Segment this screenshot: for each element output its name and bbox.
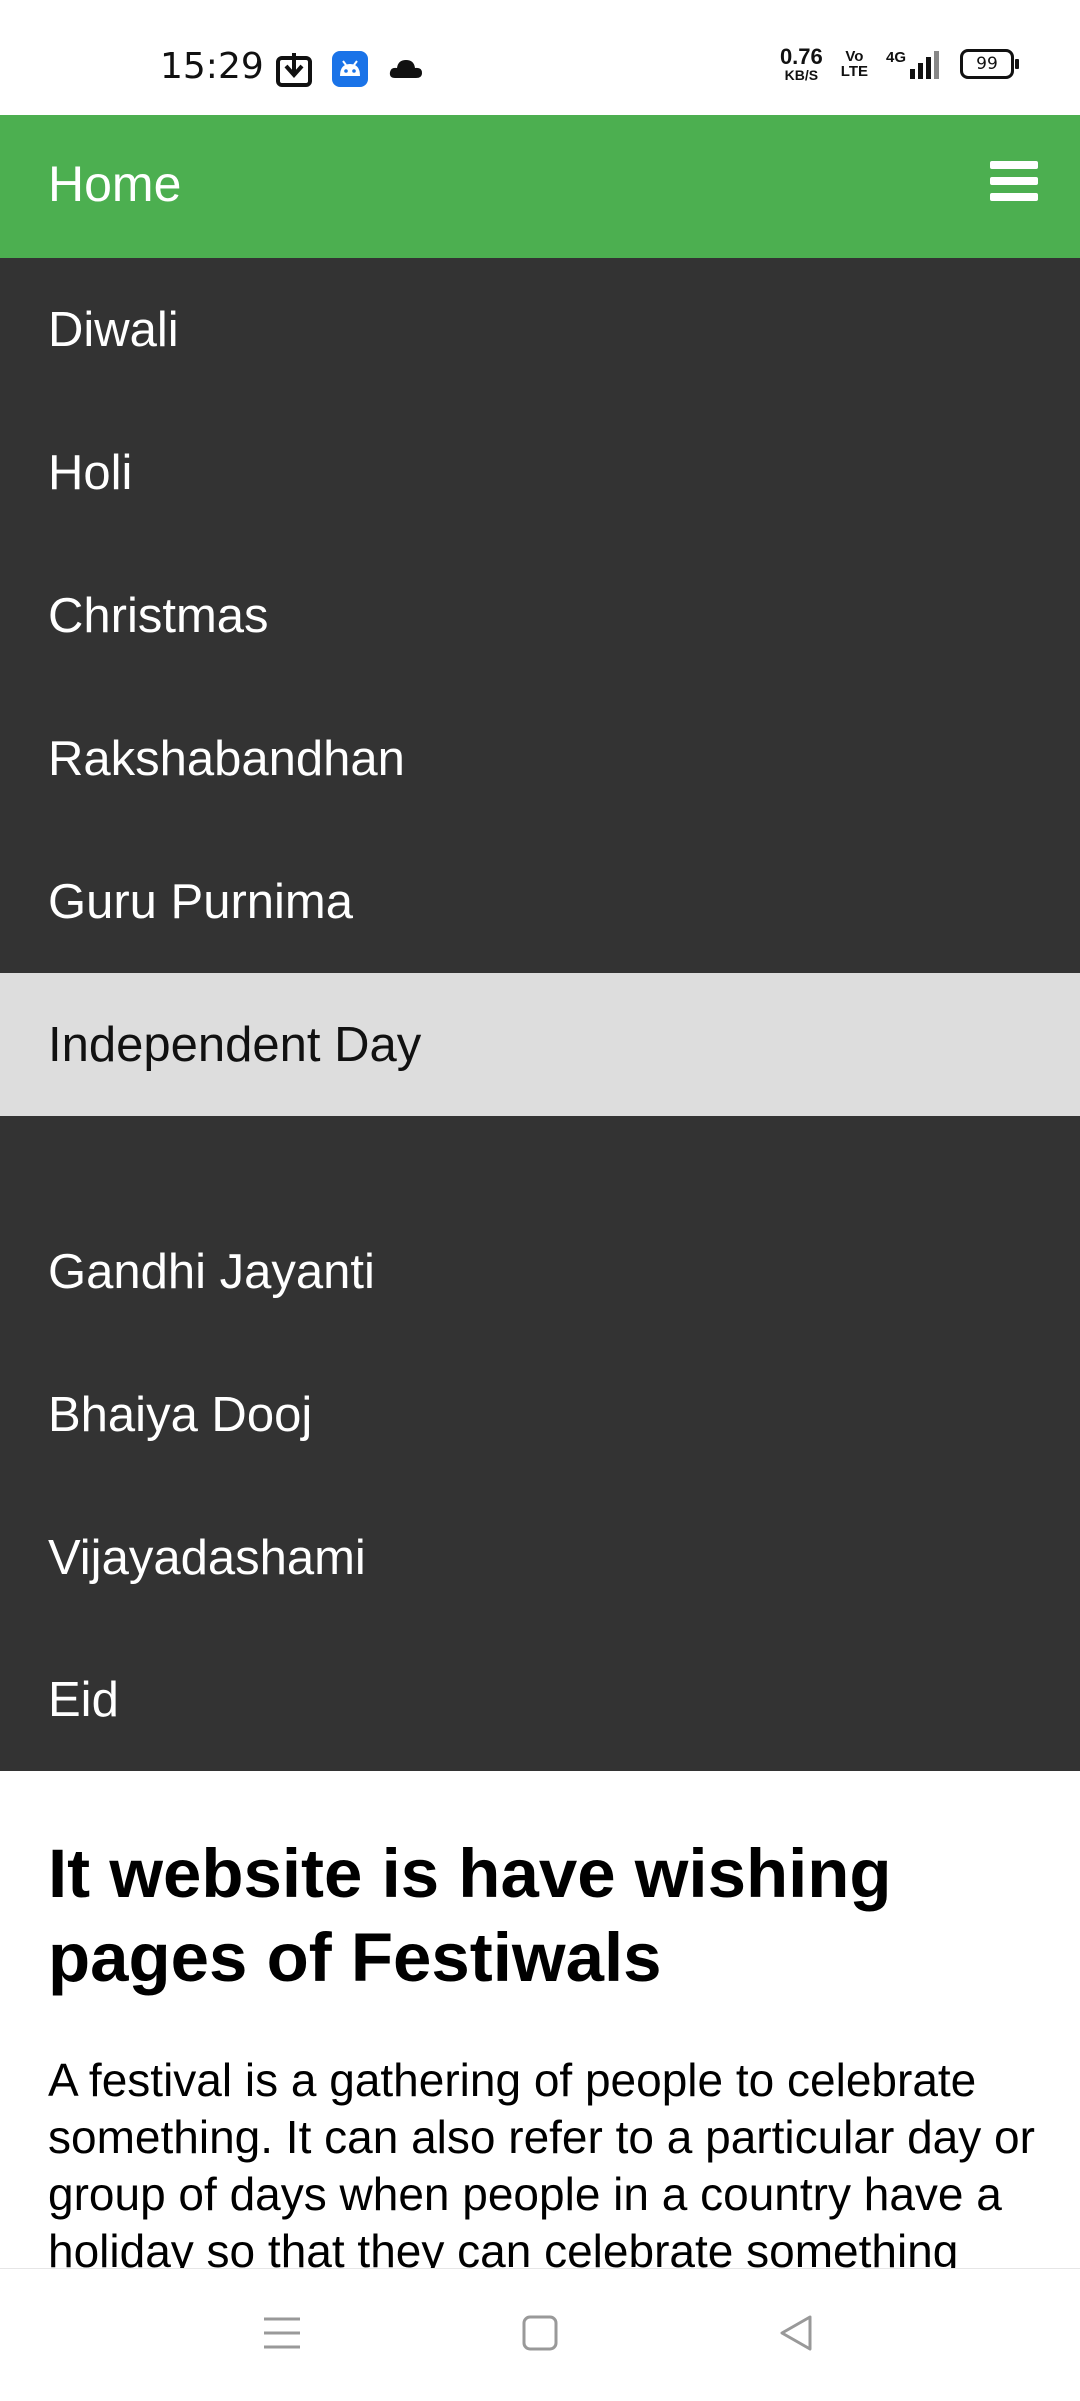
nav-item-independent-day[interactable]: Independent Day — [0, 973, 1080, 1116]
menu-bar-2 — [990, 177, 1038, 185]
system-navigation-bar — [0, 2268, 1080, 2401]
network-type: 4G — [885, 49, 906, 66]
menu-bar-3 — [990, 193, 1038, 201]
nav-item-rakshabandhan[interactable]: Rakshabandhan — [0, 687, 1080, 830]
nav-item-christmas[interactable]: Christmas — [0, 544, 1080, 687]
nav-item-holi[interactable]: Holi — [0, 401, 1080, 544]
festival-nav-menu: Diwali Holi Christmas Rakshabandhan Guru… — [0, 258, 1080, 1771]
nav-item-eid[interactable]: Eid — [0, 1628, 1080, 1771]
network-speed-unit: KB/S — [784, 67, 819, 83]
hamburger-menu-icon[interactable] — [990, 161, 1038, 201]
volte-indicator: Vo LTE — [841, 49, 868, 79]
signal-icon: 4G — [886, 49, 942, 79]
nav-item-guru-purnima[interactable]: Guru Purnima — [0, 830, 1080, 973]
menu-bar-1 — [990, 161, 1038, 169]
nav-item-gandhi-jayanti[interactable]: Gandhi Jayanti — [0, 1200, 1080, 1343]
status-bar: 15:29 0.76 KB/S Vo LTE 4G 99 — [0, 0, 1080, 115]
home-link[interactable]: Home — [48, 155, 181, 213]
status-system-icons: 0.76 KB/S Vo LTE 4G 99 — [779, 44, 1019, 83]
nav-item-bhaiya-dooj[interactable]: Bhaiya Dooj — [0, 1343, 1080, 1486]
intro-paragraph: A festival is a gathering of people to c… — [48, 2054, 1035, 2277]
volte-bottom: LTE — [840, 63, 868, 80]
back-icon[interactable] — [776, 2313, 816, 2353]
nav-item-vijayadashami[interactable]: Vijayadashami — [0, 1486, 1080, 1629]
status-notification-icons — [275, 50, 425, 88]
volte-top: Vo — [845, 48, 864, 65]
main-content: It website is have wishing pages of Fest… — [48, 1832, 1048, 2280]
recents-icon[interactable] — [262, 2313, 302, 2353]
download-icon — [276, 53, 312, 87]
battery-level: 99 — [976, 54, 998, 74]
network-speed: 0.76 KB/S — [779, 44, 823, 83]
nav-item-diwali[interactable]: Diwali — [0, 258, 1080, 401]
network-speed-value: 0.76 — [779, 44, 823, 69]
page-heading: It website is have wishing pages of Fest… — [48, 1835, 892, 1996]
signal-bars-icon — [910, 51, 939, 79]
battery-icon: 99 — [960, 49, 1019, 79]
top-navbar: Home — [0, 115, 1080, 258]
android-icon — [332, 51, 368, 87]
cloud-icon — [389, 60, 422, 78]
status-time: 15:29 — [160, 46, 264, 87]
home-icon[interactable] — [520, 2313, 560, 2353]
